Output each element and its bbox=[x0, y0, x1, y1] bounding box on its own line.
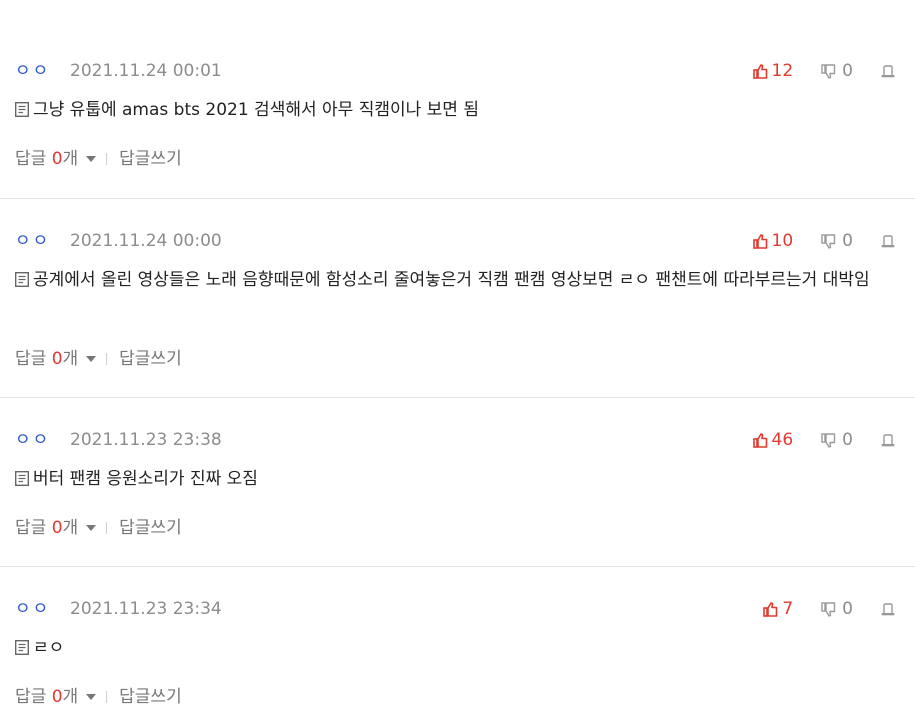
dislike-count: 0 bbox=[842, 61, 853, 81]
thumbs-up-icon bbox=[752, 233, 767, 249]
comment-author[interactable]: ㅇㅇ bbox=[15, 428, 50, 452]
reply-unit: 개 bbox=[62, 518, 79, 538]
comment-date: 2021.11.23 23:38 bbox=[70, 430, 222, 450]
memo-icon bbox=[15, 640, 29, 655]
reply-unit: 개 bbox=[62, 349, 79, 369]
comment-text: 공계에서 올린 영상들은 노래 음향때문에 함성소리 줄여놓은거 직캠 팬캠 영… bbox=[33, 270, 870, 290]
caret-down-icon[interactable] bbox=[86, 356, 97, 362]
comment-date: 2021.11.24 00:01 bbox=[70, 61, 222, 81]
divider bbox=[0, 566, 915, 567]
report-icon bbox=[881, 433, 895, 446]
reply-toggle[interactable]: 답글 0개 bbox=[15, 516, 78, 540]
comment-item: ㅇㅇ 2021.11.24 00:00 10 0 공계에서 올린 영상들은 노래… bbox=[0, 229, 915, 397]
comment-actions: 10 0 bbox=[752, 229, 895, 253]
comment-text: 버터 팬캠 응원소리가 진짜 오짐 bbox=[33, 469, 258, 489]
divider bbox=[106, 353, 108, 365]
reply-count: 0 bbox=[51, 349, 63, 369]
caret-down-icon[interactable] bbox=[86, 156, 97, 162]
thumbs-down-icon bbox=[821, 63, 836, 79]
dislike-count: 0 bbox=[842, 599, 853, 619]
like-count: 46 bbox=[771, 430, 794, 450]
divider bbox=[0, 198, 915, 199]
memo-icon bbox=[15, 102, 29, 117]
write-reply-button[interactable]: 답글쓰기 bbox=[119, 685, 182, 709]
comment-item: ㅇㅇ 2021.11.23 23:34 7 0 ㄹㅇ 답글 0개 답글쓰기 bbox=[0, 597, 915, 715]
reply-toggle[interactable]: 답글 0개 bbox=[15, 147, 78, 171]
reply-bar: 답글 0개 답글쓰기 bbox=[15, 516, 182, 540]
comment-body: 버터 팬캠 응원소리가 진짜 오짐 bbox=[15, 464, 895, 494]
thumbs-down-icon bbox=[821, 601, 836, 617]
reply-bar: 답글 0개 답글쓰기 bbox=[15, 347, 182, 371]
comment-body: ㄹㅇ bbox=[15, 633, 895, 663]
comment-date: 2021.11.23 23:34 bbox=[70, 599, 222, 619]
comment-body: 공계에서 올린 영상들은 노래 음향때문에 함성소리 줄여놓은거 직캠 팬캠 영… bbox=[15, 265, 895, 295]
like-count: 7 bbox=[782, 599, 794, 619]
reply-toggle[interactable]: 답글 0개 bbox=[15, 685, 78, 709]
dislike-button[interactable]: 0 bbox=[821, 61, 853, 81]
report-icon bbox=[881, 602, 895, 615]
comment-item: ㅇㅇ 2021.11.23 23:38 46 0 버터 팬캠 응원소리가 진짜 … bbox=[0, 428, 915, 566]
report-button[interactable] bbox=[881, 433, 895, 447]
comment-body: 그냥 유툽에 amas bts 2021 검색해서 아무 직캠이나 보면 됨 bbox=[15, 95, 895, 125]
dislike-button[interactable]: 0 bbox=[821, 599, 853, 619]
reply-label: 답글 bbox=[15, 687, 47, 707]
reply-count: 0 bbox=[51, 149, 63, 169]
reply-count: 0 bbox=[51, 687, 63, 707]
comment-text: 그냥 유툽에 amas bts 2021 검색해서 아무 직캠이나 보면 됨 bbox=[33, 100, 479, 120]
dislike-button[interactable]: 0 bbox=[821, 430, 853, 450]
thumbs-up-icon bbox=[752, 432, 767, 448]
memo-icon bbox=[15, 272, 29, 287]
like-count: 10 bbox=[771, 231, 794, 251]
comment-actions: 12 0 bbox=[752, 59, 895, 83]
report-button[interactable] bbox=[881, 602, 895, 616]
reply-unit: 개 bbox=[62, 687, 79, 707]
memo-icon bbox=[15, 471, 29, 486]
divider bbox=[106, 153, 108, 165]
reply-bar: 답글 0개 답글쓰기 bbox=[15, 685, 182, 709]
write-reply-button[interactable]: 답글쓰기 bbox=[119, 516, 182, 540]
write-reply-button[interactable]: 답글쓰기 bbox=[119, 147, 182, 171]
comment-author[interactable]: ㅇㅇ bbox=[15, 597, 50, 621]
comment-list: ㅇㅇ 2021.11.24 00:01 12 0 그냥 유툽에 amas bts… bbox=[0, 0, 915, 715]
reply-label: 답글 bbox=[15, 518, 47, 538]
dislike-count: 0 bbox=[842, 430, 853, 450]
thumbs-down-icon bbox=[821, 432, 836, 448]
caret-down-icon[interactable] bbox=[86, 694, 97, 700]
reply-unit: 개 bbox=[62, 149, 79, 169]
divider bbox=[106, 522, 108, 534]
comment-item: ㅇㅇ 2021.11.24 00:01 12 0 그냥 유툽에 amas bts… bbox=[0, 59, 915, 199]
like-button[interactable]: 46 bbox=[752, 430, 794, 450]
comment-actions: 7 0 bbox=[763, 597, 895, 621]
dislike-button[interactable]: 0 bbox=[821, 231, 853, 251]
reply-label: 답글 bbox=[15, 149, 47, 169]
report-icon bbox=[881, 234, 895, 247]
like-button[interactable]: 12 bbox=[752, 61, 794, 81]
divider bbox=[0, 397, 915, 398]
like-button[interactable]: 7 bbox=[763, 599, 793, 619]
reply-count: 0 bbox=[51, 518, 63, 538]
write-reply-button[interactable]: 답글쓰기 bbox=[119, 347, 182, 371]
divider bbox=[106, 691, 108, 703]
like-count: 12 bbox=[771, 61, 794, 81]
report-button[interactable] bbox=[881, 234, 895, 248]
like-button[interactable]: 10 bbox=[752, 231, 794, 251]
thumbs-up-icon bbox=[752, 63, 767, 79]
report-icon bbox=[881, 64, 895, 77]
comment-date: 2021.11.24 00:00 bbox=[70, 231, 222, 251]
reply-bar: 답글 0개 답글쓰기 bbox=[15, 147, 182, 171]
thumbs-down-icon bbox=[821, 233, 836, 249]
comment-author[interactable]: ㅇㅇ bbox=[15, 59, 50, 83]
report-button[interactable] bbox=[881, 64, 895, 78]
reply-label: 답글 bbox=[15, 349, 47, 369]
comment-actions: 46 0 bbox=[752, 428, 895, 452]
caret-down-icon[interactable] bbox=[86, 525, 97, 531]
comment-text: ㄹㅇ bbox=[33, 638, 65, 658]
reply-toggle[interactable]: 답글 0개 bbox=[15, 347, 78, 371]
thumbs-up-icon bbox=[763, 601, 778, 617]
comment-author[interactable]: ㅇㅇ bbox=[15, 229, 50, 253]
dislike-count: 0 bbox=[842, 231, 853, 251]
